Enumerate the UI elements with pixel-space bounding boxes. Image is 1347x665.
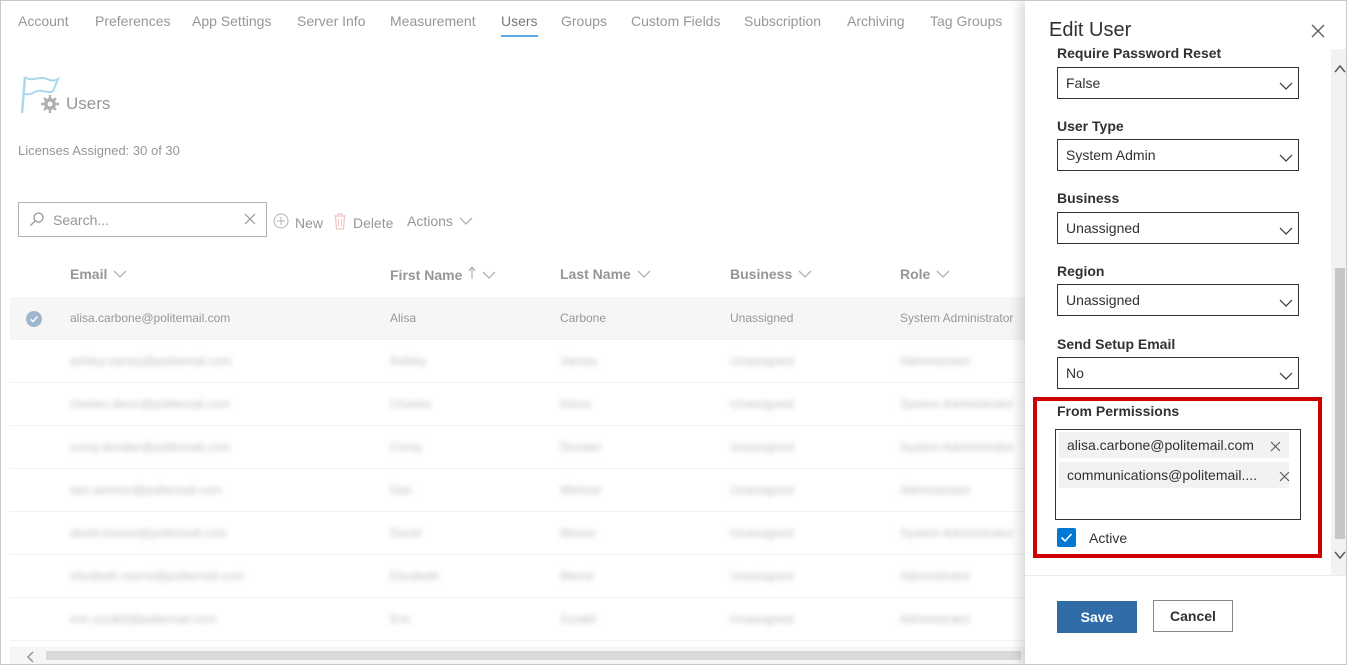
chevron-down-icon	[1279, 368, 1293, 380]
from-permissions-picker[interactable]: alisa.carbone@politemail.com communicati…	[1055, 429, 1301, 520]
chevron-down-icon	[1279, 223, 1293, 235]
active-checkbox[interactable]	[1057, 528, 1076, 547]
business-dropdown[interactable]: Unassigned	[1057, 212, 1299, 244]
send-setup-email-label: Send Setup Email	[1057, 336, 1176, 352]
user-type-label: User Type	[1057, 118, 1124, 134]
dropdown-value: Unassigned	[1066, 220, 1140, 236]
close-icon[interactable]	[1310, 23, 1326, 39]
panel-footer-divider	[1025, 575, 1346, 576]
permission-tag-text: communications@politemail....	[1067, 467, 1258, 483]
dropdown-value: Unassigned	[1066, 292, 1140, 308]
chevron-down-icon	[1279, 78, 1293, 90]
chevron-down-icon[interactable]	[1334, 547, 1346, 560]
permission-tag: alisa.carbone@politemail.com	[1059, 432, 1289, 458]
dropdown-value: System Admin	[1066, 147, 1156, 163]
user-type-dropdown[interactable]: System Admin	[1057, 139, 1299, 171]
save-button[interactable]: Save	[1057, 601, 1137, 633]
panel-title: Edit User	[1049, 19, 1132, 41]
business-label: Business	[1057, 190, 1120, 206]
edit-user-panel: Edit User Require Password Reset False U…	[1025, 1, 1346, 664]
dropdown-value: False	[1066, 75, 1101, 91]
remove-tag-icon[interactable]	[1279, 469, 1290, 482]
chevron-down-icon	[1279, 295, 1293, 307]
permission-tag-text: alisa.carbone@politemail.com	[1067, 437, 1254, 453]
app-window: Account Preferences App Settings Server …	[0, 0, 1347, 665]
chevron-down-icon	[1279, 150, 1293, 162]
remove-tag-icon[interactable]	[1270, 439, 1281, 452]
require-password-reset-label: Require Password Reset	[1057, 45, 1222, 61]
permission-tag: communications@politemail....	[1059, 462, 1290, 488]
overlay-dim	[1, 1, 1025, 664]
chevron-up-icon[interactable]	[1334, 61, 1346, 73]
region-dropdown[interactable]: Unassigned	[1057, 284, 1299, 316]
cancel-button[interactable]: Cancel	[1153, 600, 1233, 632]
dropdown-value: No	[1066, 365, 1084, 381]
send-setup-email-dropdown[interactable]: No	[1057, 357, 1299, 389]
from-permissions-label: From Permissions	[1057, 403, 1180, 419]
panel-scroll-thumb[interactable]	[1335, 268, 1345, 539]
active-checkbox-label: Active	[1089, 530, 1128, 546]
panel-vertical-scrollbar[interactable]	[1331, 49, 1346, 575]
require-password-reset-dropdown[interactable]: False	[1057, 67, 1299, 99]
region-label: Region	[1057, 263, 1105, 279]
